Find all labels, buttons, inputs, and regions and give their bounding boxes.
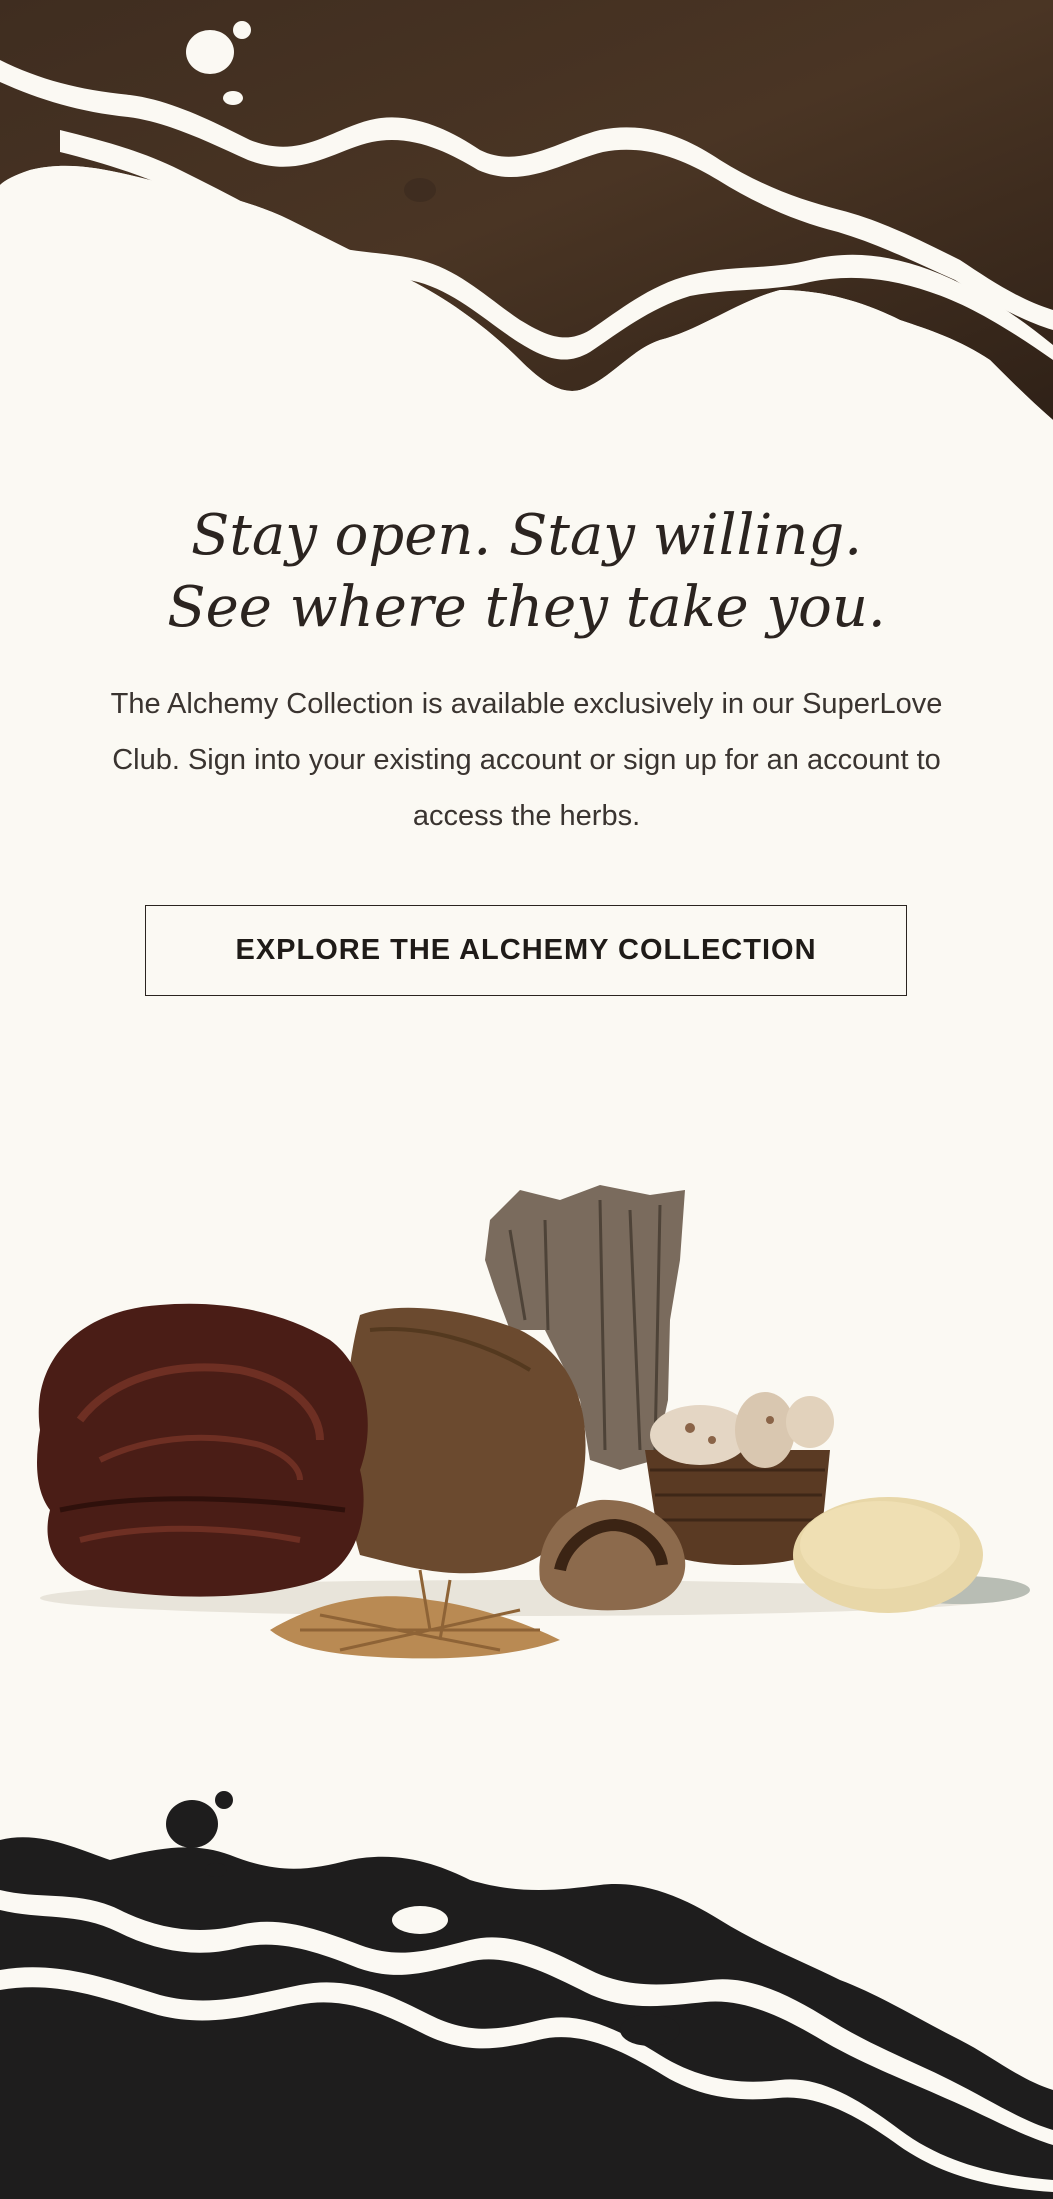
bottom-ink-splash-decoration — [0, 1791, 1053, 2199]
headline-line-1: Stay open. Stay willing. — [190, 503, 863, 568]
headline-line-2: See where they take you. — [167, 575, 886, 640]
herbs-image — [37, 1185, 1030, 1659]
reishi-mushroom — [37, 1303, 368, 1597]
top-ink-splash-decoration — [0, 0, 1053, 440]
shiitake-mushroom — [650, 1405, 750, 1465]
collection-description: The Alchemy Collection is available excl… — [110, 688, 943, 832]
explore-collection-button[interactable]: EXPLORE THE ALCHEMY COLLECTION — [145, 905, 907, 996]
page-headline: Stay open. Stay willing. See where they … — [0, 500, 1053, 644]
